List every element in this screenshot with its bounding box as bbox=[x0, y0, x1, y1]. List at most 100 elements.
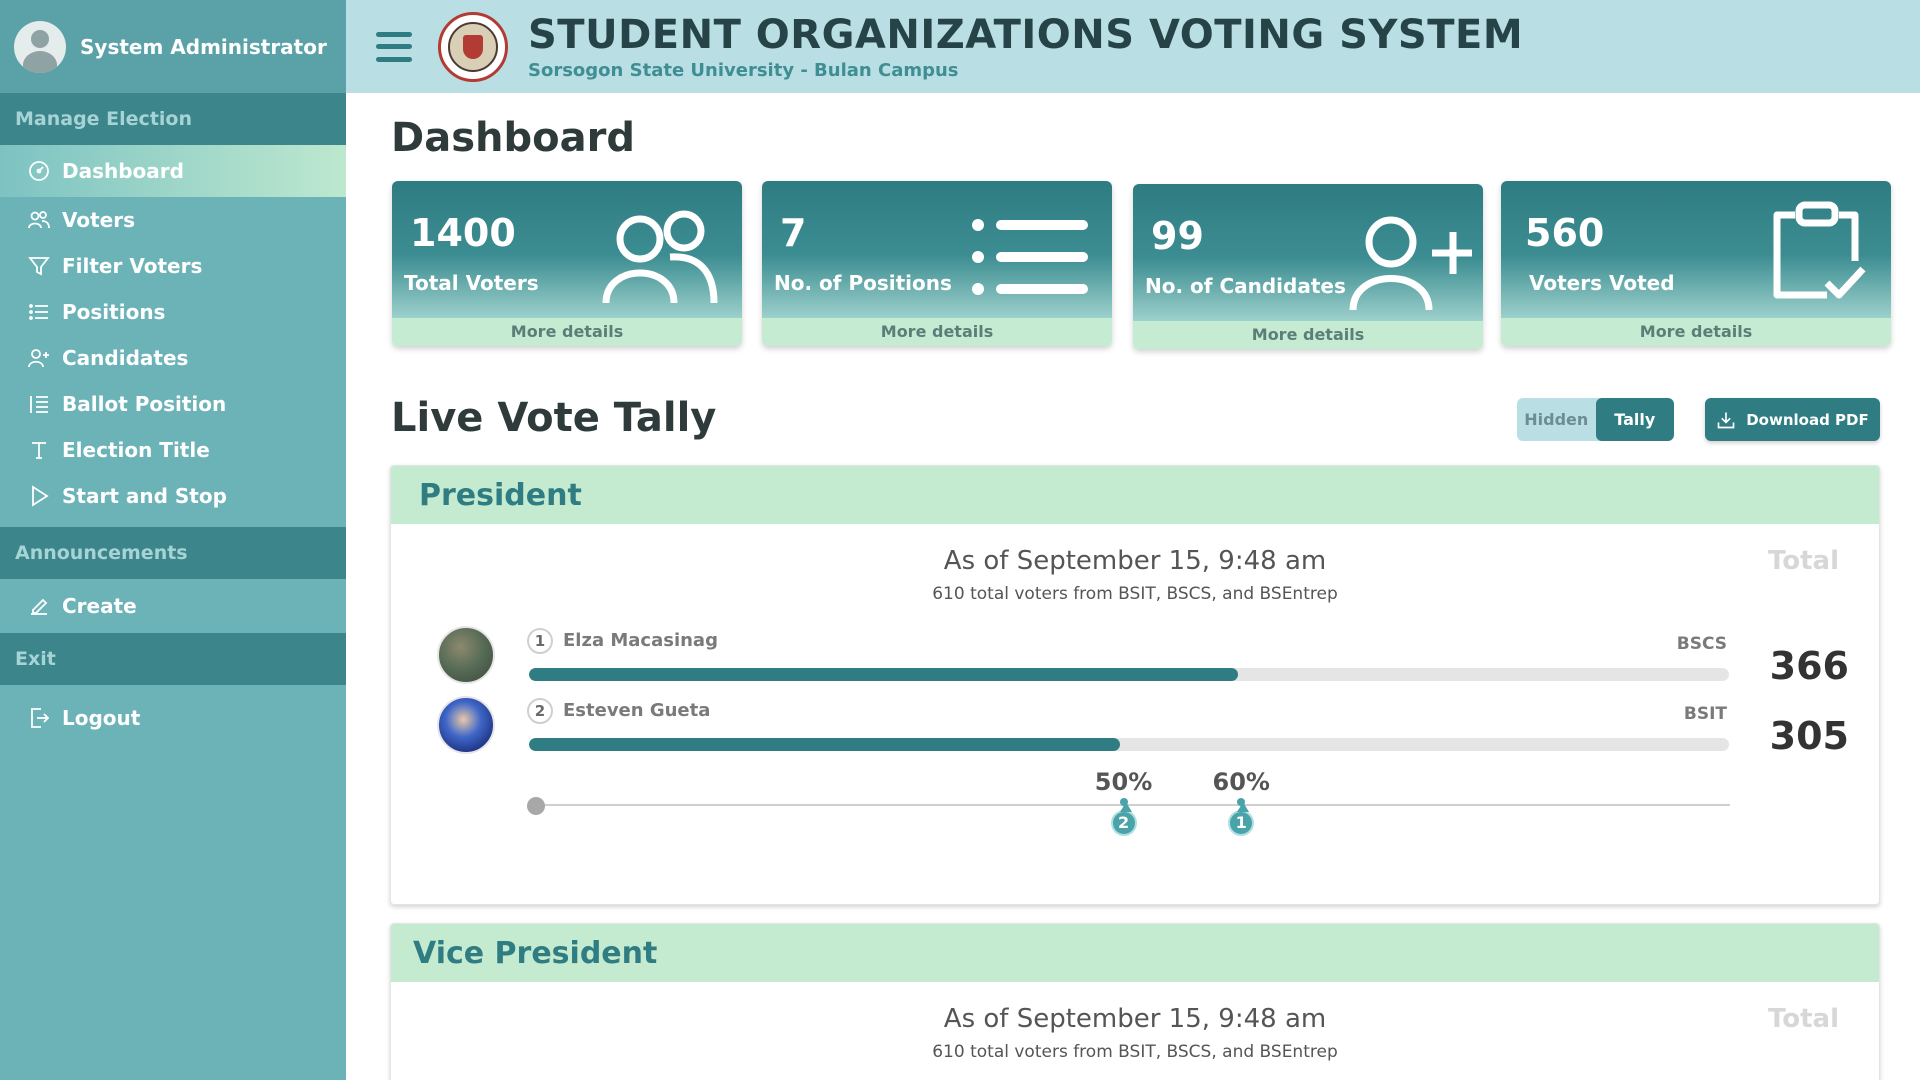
more-details-link[interactable]: More details bbox=[1501, 318, 1891, 346]
dashboard-icon bbox=[26, 158, 52, 184]
stat-card-voters-voted: 560 Voters Voted More details bbox=[1501, 181, 1891, 346]
candidate-number: 1 bbox=[527, 628, 553, 654]
sidebar-item-label: Election Title bbox=[62, 438, 210, 462]
stat-value: 7 bbox=[780, 211, 807, 255]
play-icon bbox=[26, 483, 52, 509]
sidebar-item-election-title[interactable]: Election Title bbox=[0, 427, 346, 473]
as-of-timestamp: As of September 15, 9:48 am bbox=[943, 1004, 1327, 1034]
sidebar-item-positions[interactable]: Positions bbox=[0, 289, 346, 335]
hidden-tally-toggle[interactable]: Hidden Tally bbox=[1517, 398, 1674, 441]
main-content: Dashboard 1400 Total Voters More details… bbox=[346, 93, 1920, 1080]
sidebar-item-label: Voters bbox=[62, 208, 136, 232]
page-title: Dashboard bbox=[391, 115, 635, 161]
vote-progress-bar bbox=[529, 738, 1729, 751]
total-column-header: Total bbox=[1767, 546, 1839, 576]
percent-marker-pin: 1 bbox=[1228, 802, 1255, 836]
percentage-scale: 50% 2 60% 1 bbox=[527, 768, 1730, 858]
stat-label: No. of Candidates bbox=[1145, 274, 1346, 298]
add-user-icon bbox=[1347, 212, 1473, 316]
sidebar-item-create[interactable]: Create bbox=[0, 579, 346, 633]
section-manage-election: Manage Election bbox=[0, 93, 346, 145]
section-exit: Exit bbox=[0, 633, 346, 685]
section-announcements: Announcements bbox=[0, 527, 346, 579]
candidate-photo bbox=[437, 696, 495, 754]
percent-marker-pin: 2 bbox=[1110, 802, 1137, 836]
section-title-live-vote-tally: Live Vote Tally bbox=[391, 395, 717, 441]
clipboard-check-icon bbox=[1765, 199, 1869, 307]
app-title: STUDENT ORGANIZATIONS VOTING SYSTEM bbox=[528, 12, 1524, 58]
stat-card-total-voters: 1400 Total Voters More details bbox=[392, 181, 742, 346]
voters-info: 610 total voters from BSIT, BSCS, and BS… bbox=[932, 1042, 1338, 1062]
percent-marker: 60% 1 bbox=[1211, 768, 1271, 836]
total-column-header: Total bbox=[1767, 1004, 1839, 1034]
as-of-timestamp: As of September 15, 9:48 am bbox=[943, 546, 1327, 576]
sidebar-item-ballot-position[interactable]: Ballot Position bbox=[0, 381, 346, 427]
candidate-vote-total: 305 bbox=[1769, 714, 1849, 758]
users-icon bbox=[600, 209, 720, 309]
user-profile[interactable]: System Administrator bbox=[0, 0, 346, 93]
tally-panel-vice-president: Vice President As of September 15, 9:48 … bbox=[390, 923, 1880, 1080]
more-details-link[interactable]: More details bbox=[762, 318, 1112, 346]
candidate-name: Esteven Gueta bbox=[563, 700, 711, 721]
pencil-icon bbox=[26, 593, 52, 619]
stat-value: 1400 bbox=[410, 211, 516, 255]
voters-info: 610 total voters from BSIT, BSCS, and BS… bbox=[932, 584, 1338, 604]
sidebar-item-voters[interactable]: Voters bbox=[0, 197, 346, 243]
percent-marker: 50% 2 bbox=[1094, 768, 1154, 836]
sidebar-item-dashboard[interactable]: Dashboard bbox=[0, 145, 346, 197]
sidebar-item-candidates[interactable]: Candidates bbox=[0, 335, 346, 381]
sidebar-item-label: Dashboard bbox=[62, 159, 184, 183]
more-details-link[interactable]: More details bbox=[1133, 321, 1483, 349]
sidebar-item-label: Candidates bbox=[62, 346, 189, 370]
candidate-vote-total: 366 bbox=[1769, 644, 1849, 688]
filter-icon bbox=[26, 253, 52, 279]
users-icon bbox=[26, 207, 52, 233]
candidate-row: 2 Esteven Gueta BSIT bbox=[527, 698, 1729, 758]
stat-value: 99 bbox=[1151, 214, 1204, 258]
stat-card-positions: 7 No. of Positions More details bbox=[762, 181, 1112, 346]
stat-value: 560 bbox=[1525, 211, 1605, 255]
candidate-number: 2 bbox=[527, 698, 553, 724]
vote-progress-fill bbox=[529, 668, 1239, 681]
user-name: System Administrator bbox=[80, 34, 327, 59]
vote-progress-bar bbox=[529, 668, 1729, 681]
sidebar-item-label: Positions bbox=[62, 300, 166, 324]
download-pdf-button[interactable]: Download PDF bbox=[1705, 398, 1880, 441]
sidebar-item-label: Logout bbox=[62, 706, 141, 730]
vote-progress-fill bbox=[529, 738, 1120, 751]
top-bar: STUDENT ORGANIZATIONS VOTING SYSTEM Sors… bbox=[346, 0, 1920, 93]
scale-start-dot bbox=[527, 797, 545, 815]
sidebar: System Administrator Manage Election Das… bbox=[0, 0, 346, 1080]
app-subtitle: Sorsogon State University - Bulan Campus bbox=[528, 60, 959, 81]
panel-position-title: Vice President bbox=[391, 924, 1879, 982]
stat-label: Voters Voted bbox=[1529, 271, 1675, 295]
sidebar-item-logout[interactable]: Logout bbox=[0, 685, 346, 751]
candidate-program: BSIT bbox=[1683, 704, 1727, 724]
sidebar-item-start-and-stop[interactable]: Start and Stop bbox=[0, 473, 346, 519]
percent-marker-label: 60% bbox=[1212, 768, 1270, 796]
candidate-row: 1 Elza Macasinag BSCS bbox=[527, 628, 1729, 688]
toggle-option-tally[interactable]: Tally bbox=[1595, 398, 1674, 441]
candidate-name: Elza Macasinag bbox=[563, 630, 718, 651]
ordered-list-icon bbox=[26, 391, 52, 417]
sidebar-item-label: Start and Stop bbox=[62, 484, 227, 508]
more-details-link[interactable]: More details bbox=[392, 318, 742, 346]
add-user-icon bbox=[26, 345, 52, 371]
hamburger-menu-icon[interactable] bbox=[376, 31, 412, 62]
list-icon bbox=[26, 299, 52, 325]
download-pdf-label: Download PDF bbox=[1746, 410, 1869, 429]
stat-label: Total Voters bbox=[404, 271, 539, 295]
stat-label: No. of Positions bbox=[774, 271, 952, 295]
toggle-option-hidden[interactable]: Hidden bbox=[1517, 398, 1596, 441]
sidebar-item-label: Ballot Position bbox=[62, 392, 227, 416]
text-icon bbox=[26, 437, 52, 463]
sidebar-item-filter-voters[interactable]: Filter Voters bbox=[0, 243, 346, 289]
stat-card-candidates: 99 No. of Candidates More details bbox=[1133, 184, 1483, 349]
download-icon bbox=[1717, 412, 1735, 428]
sidebar-item-label: Create bbox=[62, 594, 137, 618]
university-seal-logo bbox=[438, 11, 508, 82]
panel-position-title: President bbox=[391, 466, 1879, 524]
list-icon bbox=[970, 217, 1090, 301]
tally-panel-president: President As of September 15, 9:48 am 61… bbox=[390, 465, 1880, 905]
candidate-program: BSCS bbox=[1676, 634, 1727, 654]
